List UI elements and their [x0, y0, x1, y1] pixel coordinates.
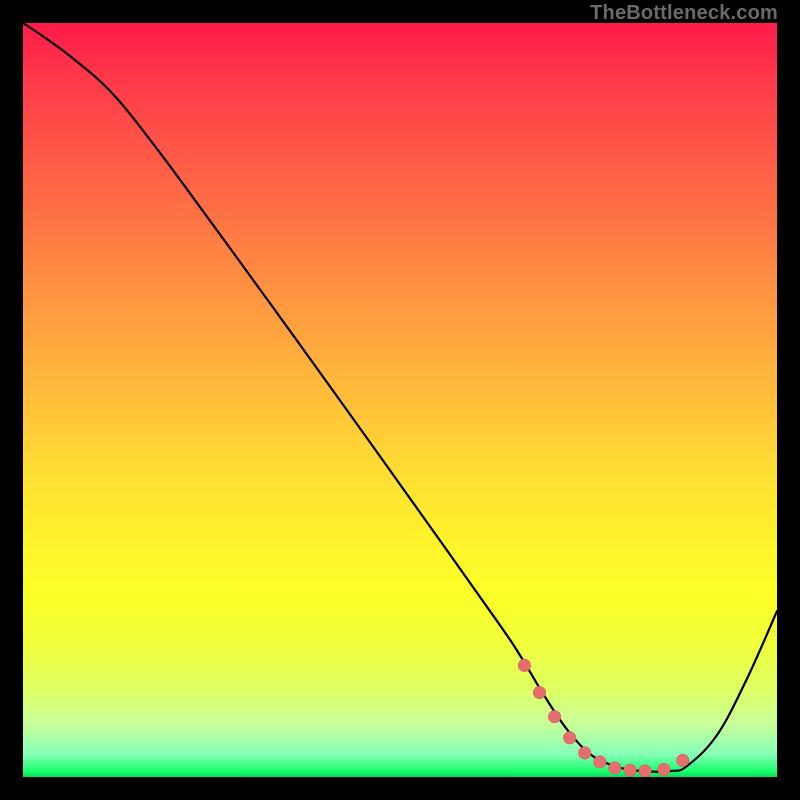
trough-marker: [563, 732, 575, 744]
trough-marker: [579, 747, 591, 759]
trough-marker: [658, 763, 670, 775]
trough-marker: [518, 659, 530, 671]
chart-svg: [23, 23, 777, 777]
trough-marker: [594, 756, 606, 768]
bottleneck-curve: [23, 23, 777, 772]
trough-marker: [624, 764, 636, 776]
trough-marker: [533, 686, 545, 698]
trough-marker: [548, 710, 560, 722]
trough-markers-group: [518, 659, 689, 777]
trough-marker: [639, 765, 651, 777]
attribution-text: TheBottleneck.com: [590, 2, 778, 25]
chart-area: [23, 23, 777, 777]
trough-marker: [677, 754, 689, 766]
trough-marker: [609, 762, 621, 774]
